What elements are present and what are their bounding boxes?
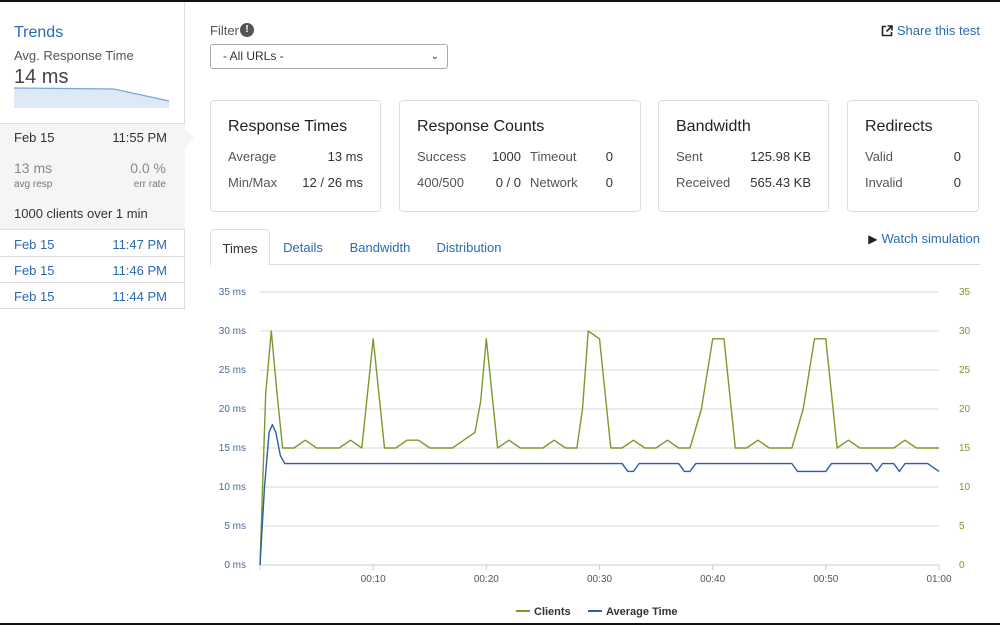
right-axis: 0 5 10 15 20 25 30 35 (959, 287, 971, 571)
average-value: 13 ms (327, 149, 363, 164)
valid-value: 0 (953, 149, 961, 164)
watch-simulation-link[interactable]: ▶ Watch simulation (868, 231, 980, 246)
error-label: 400/500 (417, 175, 464, 190)
info-icon[interactable]: ! (240, 23, 254, 37)
y-right-tick-label: 5 (959, 521, 965, 532)
url-filter-selected: - All URLs - (223, 49, 284, 63)
y-left-tick-label: 35 ms (219, 287, 246, 298)
x-tick-label: 01:00 (926, 574, 951, 585)
run-date: Feb 15 (14, 289, 55, 304)
card-title: Bandwidth (676, 118, 751, 135)
watch-simulation-label: Watch simulation (881, 231, 981, 246)
legend-label: Average Time (606, 606, 678, 618)
received-label: Received (676, 175, 731, 190)
y-left-tick-label: 25 ms (219, 365, 246, 376)
y-right-tick-label: 0 (959, 560, 965, 571)
card-title: Response Counts (417, 118, 545, 135)
trends-sidebar: Trends Avg. Response Time 14 ms Feb 15 1… (0, 2, 194, 310)
trends-title[interactable]: Trends (14, 24, 63, 42)
x-tick-label: 00:10 (361, 574, 386, 585)
run-time: 11:46 PM (112, 263, 167, 278)
trend-sparkline (14, 87, 170, 108)
share-icon (881, 25, 893, 37)
y-left-tick-label: 10 ms (219, 482, 246, 493)
network-label: Network (530, 175, 578, 190)
y-left-tick-label: 15 ms (219, 443, 246, 454)
y-right-tick-label: 30 (959, 326, 971, 337)
received-value: 565.43 KB (750, 175, 811, 190)
share-label: Share this test (896, 23, 980, 38)
avg-resp-value: 13 ms (14, 160, 53, 176)
run-item[interactable]: Feb 15 11:46 PM (0, 257, 185, 283)
success-value: 1000 (492, 149, 521, 164)
run-time: 11:44 PM (112, 289, 167, 304)
run-date: Feb 15 (14, 263, 55, 278)
redirects-card: Redirects Valid 0 Invalid 0 (847, 100, 979, 212)
left-axis: 0 ms 5 ms 10 ms 15 ms 20 ms 25 ms 30 ms 35 ms (219, 287, 246, 571)
legend-label: Clients (534, 606, 571, 618)
chart-tabs: Times Details Bandwidth Distribution (210, 229, 980, 266)
tab-times[interactable]: Times (210, 229, 270, 266)
y-left-tick-label: 20 ms (219, 404, 246, 415)
minmax-label: Min/Max (228, 175, 278, 190)
run-date: Feb 15 (14, 237, 55, 252)
run-summary: 1000 clients over 1 min (14, 206, 148, 221)
invalid-value: 0 (953, 175, 961, 190)
response-counts-card: Response Counts Success 1000 Timeout 0 4… (399, 100, 641, 212)
card-title: Redirects (865, 118, 933, 135)
current-run-date: Feb 15 (14, 130, 55, 145)
x-tick-label: 00:50 (813, 574, 838, 585)
current-run-panel: Feb 15 11:55 PM 13 ms avg resp 0.0 % err… (0, 123, 194, 230)
trend-metric-label: Avg. Response Time (14, 48, 134, 63)
chart-legend[interactable]: Clients Average Time (516, 606, 678, 618)
current-run-time: 11:55 PM (112, 130, 167, 145)
x-tick-label: 00:30 (587, 574, 612, 585)
y-left-tick-label: 5 ms (224, 521, 246, 532)
err-rate-label: err rate (133, 179, 166, 190)
chart-grid (260, 291, 939, 566)
y-right-tick-label: 10 (959, 482, 971, 493)
y-left-tick-label: 0 ms (224, 560, 246, 571)
y-right-tick-label: 25 (959, 365, 971, 376)
url-filter-select[interactable]: - All URLs - ⌄ (210, 44, 448, 69)
response-times-card: Response Times Average 13 ms Min/Max 12 … (210, 100, 381, 212)
invalid-label: Invalid (865, 175, 903, 190)
sent-label: Sent (676, 149, 703, 164)
success-label: Success (417, 149, 467, 164)
y-left-tick-label: 30 ms (219, 326, 246, 337)
run-item[interactable]: Feb 15 11:47 PM (0, 231, 185, 257)
run-time: 11:47 PM (112, 237, 167, 252)
tab-distribution[interactable]: Distribution (430, 229, 508, 266)
sent-value: 125.98 KB (750, 149, 811, 164)
tab-bandwidth[interactable]: Bandwidth (342, 229, 418, 266)
play-icon: ▶ (868, 232, 878, 246)
y-right-tick-label: 20 (959, 404, 971, 415)
x-tick-label: 00:20 (474, 574, 499, 585)
filter-label: Filter (210, 23, 239, 38)
tab-details[interactable]: Details (274, 229, 332, 266)
average-label: Average (228, 149, 277, 164)
bandwidth-card: Bandwidth Sent 125.98 KB Received 565.43… (658, 100, 829, 212)
avg-resp-label: avg resp (14, 179, 53, 190)
err-rate-value: 0.0 % (130, 160, 166, 176)
timeout-label: Timeout (530, 149, 577, 164)
chevron-down-icon: ⌄ (430, 51, 439, 62)
share-test-link[interactable]: Share this test (881, 23, 980, 38)
timeout-value: 0 (605, 149, 613, 164)
minmax-value: 12 / 26 ms (302, 175, 363, 190)
y-right-tick-label: 35 (959, 287, 971, 298)
card-title: Response Times (228, 118, 348, 135)
run-item[interactable]: Feb 15 11:44 PM (0, 283, 185, 309)
valid-label: Valid (865, 149, 893, 164)
x-tick-label: 00:40 (700, 574, 725, 585)
x-axis: 00:10 00:20 00:30 00:40 00:50 01:00 (259, 565, 952, 585)
response-time-chart: 0 ms 5 ms 10 ms 15 ms 20 ms 25 ms 30 ms 35 ms 0… (219, 287, 971, 618)
y-right-tick-label: 15 (959, 443, 971, 454)
error-value: 0 / 0 (495, 175, 521, 190)
network-value: 0 (605, 175, 613, 190)
